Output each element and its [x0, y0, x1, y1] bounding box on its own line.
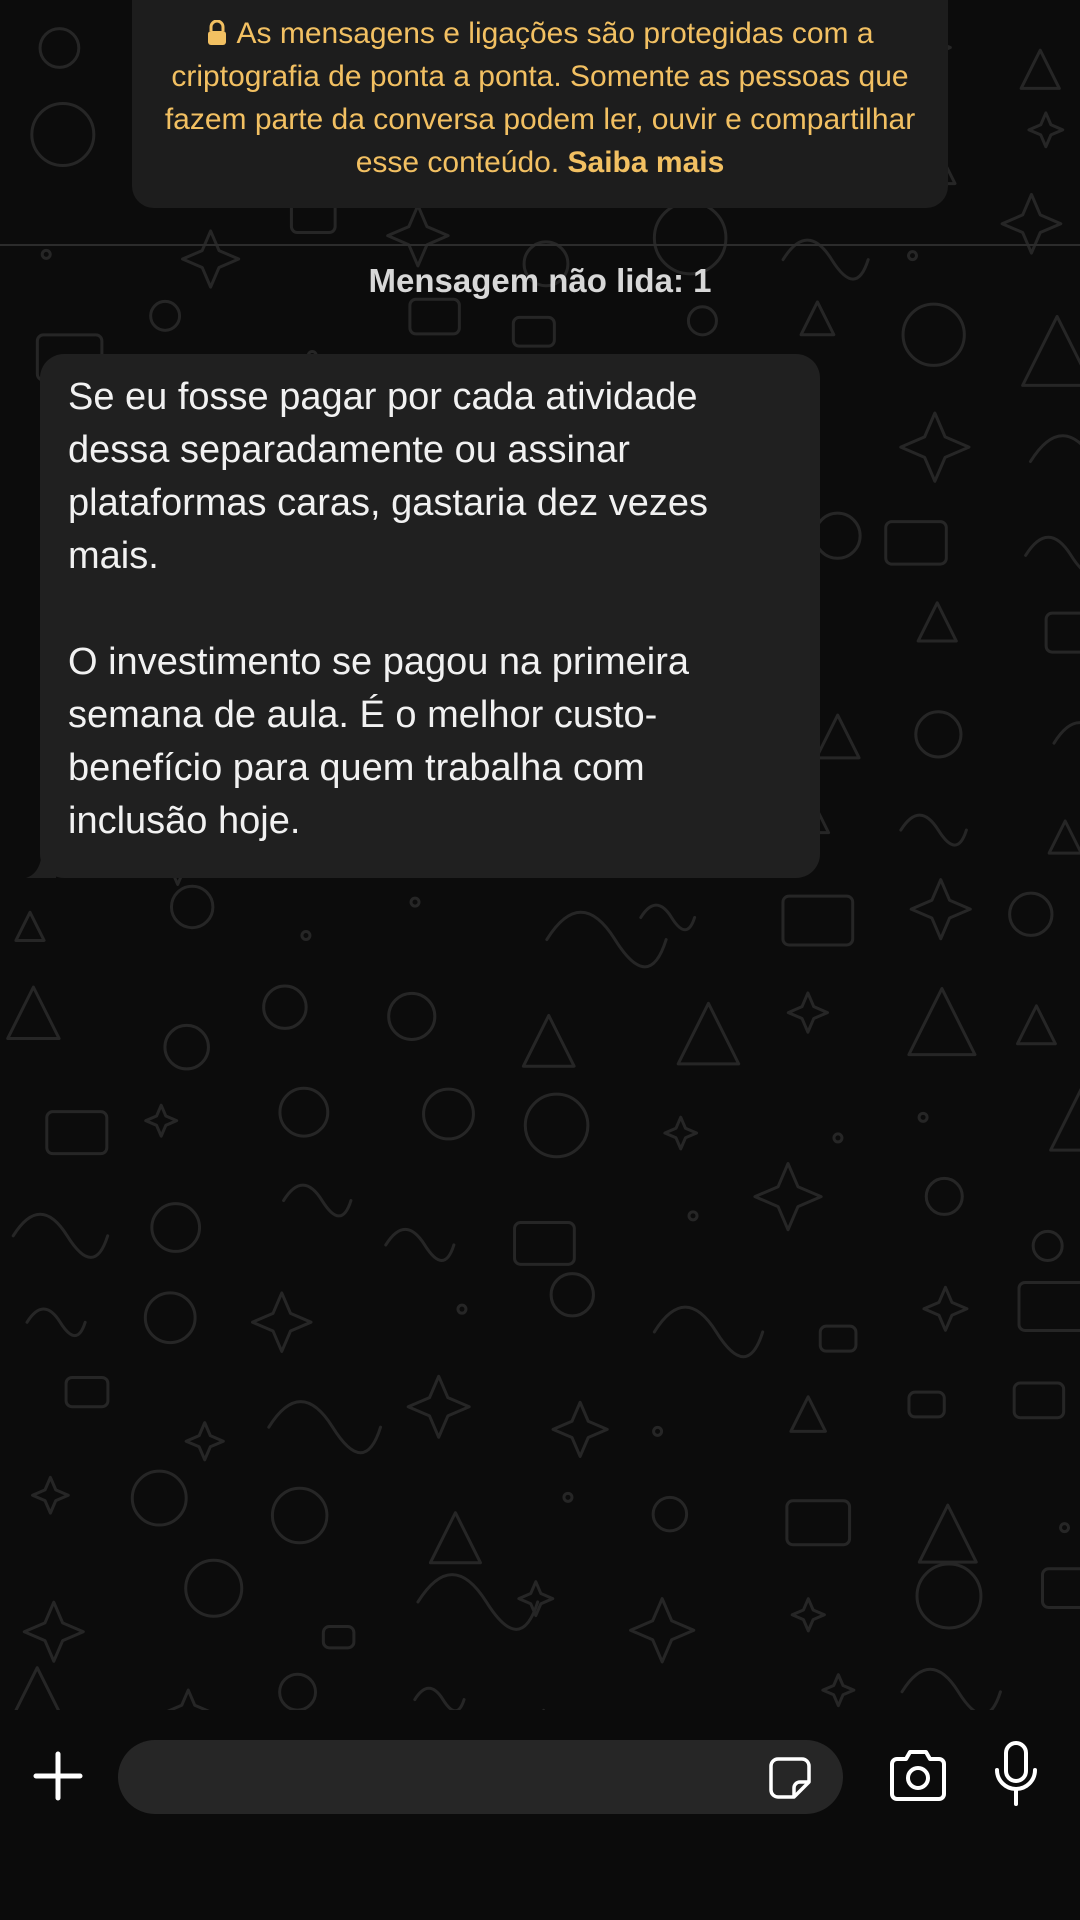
encryption-notice[interactable]: As mensagens e ligações são protegidas c…: [132, 0, 948, 208]
incoming-message-bubble[interactable]: Se eu fosse pagar por cada atividade des…: [26, 354, 820, 878]
message-paragraph: Se eu fosse pagar por cada atividade des…: [68, 376, 708, 577]
bubble-tail: [26, 848, 56, 878]
message-paragraph: O investimento se pagou na primeira sema…: [68, 641, 689, 842]
camera-button[interactable]: [888, 1748, 948, 1804]
unread-messages-label: Mensagem não lida: 1: [368, 262, 712, 299]
sticker-icon: [769, 1757, 811, 1799]
lock-icon: [208, 20, 227, 45]
attach-button[interactable]: [30, 1748, 86, 1804]
unread-divider-line: [0, 244, 1080, 246]
message-input[interactable]: [118, 1740, 843, 1814]
message-composer: [0, 1710, 1080, 1920]
plus-icon: [33, 1751, 83, 1801]
microphone-button[interactable]: [992, 1740, 1040, 1810]
chat-screen: As mensagens e ligações são protegidas c…: [0, 0, 1080, 1920]
encryption-notice-text: As mensagens e ligações são protegidas c…: [164, 17, 916, 179]
chat-area[interactable]: As mensagens e ligações são protegidas c…: [0, 0, 1080, 1710]
learn-more-link[interactable]: Saiba mais: [568, 146, 725, 179]
camera-icon: [890, 1750, 946, 1801]
sticker-button[interactable]: [768, 1756, 812, 1800]
microphone-icon: [995, 1741, 1037, 1806]
